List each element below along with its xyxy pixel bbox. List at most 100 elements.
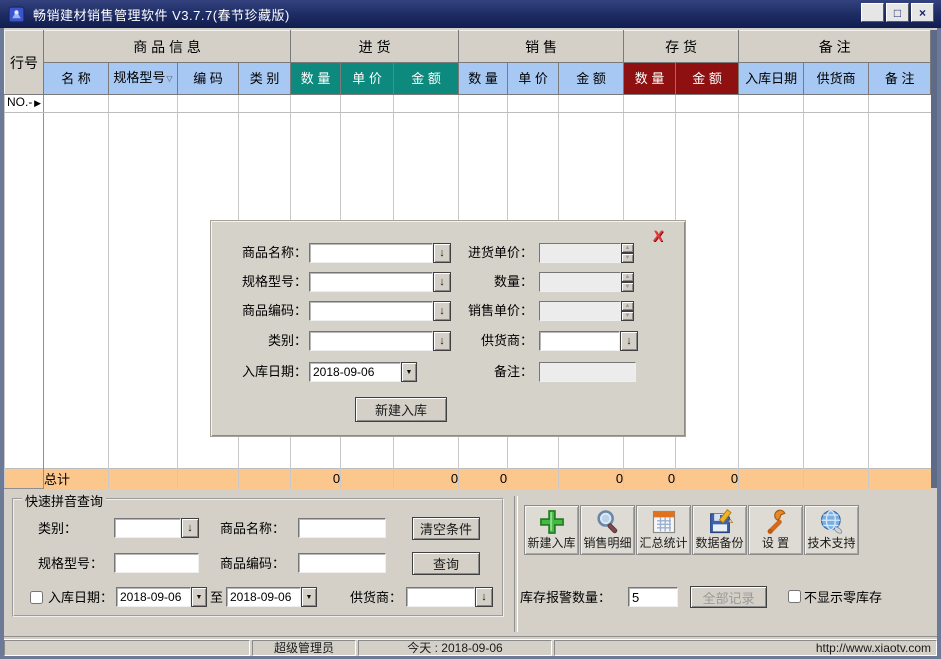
total-supplier xyxy=(804,469,869,489)
query-date-from-input[interactable] xyxy=(116,587,191,607)
code-label: 商品编码： xyxy=(219,301,307,321)
grid-cell[interactable] xyxy=(109,95,178,113)
spec-input[interactable] xyxy=(309,272,433,292)
toolbar-data-backup-button[interactable]: 数据备份 xyxy=(692,505,747,555)
remark-input[interactable] xyxy=(539,362,636,382)
stock-alert-input[interactable] xyxy=(628,587,678,607)
spin-down-icon[interactable]: ▼ xyxy=(621,282,634,292)
date-input[interactable] xyxy=(309,362,401,382)
purchase-price-input[interactable] xyxy=(539,243,621,263)
col-header-sales-price[interactable]: 单 价 xyxy=(508,63,559,95)
minimize-icon: _ xyxy=(869,11,876,23)
col-header-purchase-amount[interactable]: 金 额 xyxy=(394,63,459,95)
window-controls: _ □ × xyxy=(861,3,934,22)
grid-cell[interactable] xyxy=(178,95,239,113)
maximize-button[interactable]: □ xyxy=(886,3,909,22)
col-header-category[interactable]: 类 别 xyxy=(239,63,291,95)
date-dropdown-icon[interactable]: ▼ xyxy=(191,587,207,607)
toolbar-summary-stats-button[interactable]: 汇总统计 xyxy=(636,505,691,555)
group-header-remark: 备 注 xyxy=(739,31,931,63)
qty-label: 数量： xyxy=(447,272,533,292)
col-header-sales-amount[interactable]: 金 额 xyxy=(559,63,624,95)
col-header-sales-qty[interactable]: 数 量 xyxy=(459,63,508,95)
query-product-name-input[interactable] xyxy=(298,518,386,538)
col-header-stock-amount[interactable]: 金 额 xyxy=(676,63,739,95)
spin-up-icon[interactable]: ▲ xyxy=(621,272,634,282)
grid-cell[interactable] xyxy=(624,95,676,113)
grid-cell[interactable] xyxy=(44,95,109,113)
toolbar-new-stock-in-button[interactable]: 新建入库 xyxy=(524,505,579,555)
query-panel: 类别： ↓ 商品名称： 清空条件 规格型号： 商品编码： 查询 入库日期： ▼ … xyxy=(12,498,504,617)
category-input[interactable] xyxy=(309,331,433,351)
close-icon: × xyxy=(919,7,926,19)
grid-cell[interactable] xyxy=(739,95,804,113)
all-records-button[interactable]: 全部记录 xyxy=(690,586,767,608)
sale-price-input[interactable] xyxy=(539,301,621,321)
code-combo: ↓ xyxy=(309,301,451,321)
close-button[interactable]: × xyxy=(911,3,934,22)
toolbar-settings-button[interactable]: 设 置 xyxy=(748,505,803,555)
toolbar-tech-support-button[interactable]: 技术支持 xyxy=(804,505,859,555)
date-dropdown-icon[interactable]: ▼ xyxy=(401,362,417,382)
spin-down-icon[interactable]: ▼ xyxy=(621,253,634,263)
spin-up-icon[interactable]: ▲ xyxy=(621,243,634,253)
col-header-date[interactable]: 入库日期 xyxy=(739,63,804,95)
toolbar-button-label: 技术支持 xyxy=(807,536,855,550)
group-header-purchase: 进 货 xyxy=(291,31,459,63)
purchase-price-label: 进货单价： xyxy=(447,243,533,263)
col-header-supplier[interactable]: 供货商 xyxy=(804,63,869,95)
title-bar[interactable]: 畅销建材销售管理软件 V3.7.7(春节珍藏版) _ □ × xyxy=(0,0,941,28)
toolbar-button-label: 销售明细 xyxy=(583,536,631,550)
qty-input[interactable] xyxy=(539,272,621,292)
toolbar-sales-detail-button[interactable]: 销售明细 xyxy=(580,505,635,555)
search-button[interactable]: 查询 xyxy=(412,552,480,575)
product-name-input[interactable] xyxy=(309,243,433,263)
hide-zero-stock-checkbox[interactable] xyxy=(788,590,801,603)
clear-conditions-button[interactable]: 清空条件 xyxy=(412,517,480,540)
spin-up-icon[interactable]: ▲ xyxy=(621,301,634,311)
category-label: 类别： xyxy=(219,331,307,351)
minimize-button[interactable]: _ xyxy=(861,3,884,22)
grid-cell[interactable] xyxy=(341,95,394,113)
col-header-spec[interactable]: 规格型号▽ xyxy=(109,63,178,95)
magnifier-icon xyxy=(594,508,622,536)
grid-cell[interactable] xyxy=(508,95,559,113)
supplier-label: 供货商： xyxy=(447,331,533,351)
grid-cell[interactable] xyxy=(676,95,739,113)
total-purchase-amount: 0 xyxy=(394,469,459,489)
col-header-remark[interactable]: 备 注 xyxy=(869,63,931,95)
grid-cell[interactable] xyxy=(869,95,931,113)
toolbar-button-label: 设 置 xyxy=(762,536,789,550)
supplier-input[interactable] xyxy=(539,331,620,351)
query-supplier-input[interactable] xyxy=(406,587,475,607)
query-spec-input[interactable] xyxy=(114,553,199,573)
query-category-dropdown-icon[interactable]: ↓ xyxy=(181,518,199,538)
toolbar-button-label: 数据备份 xyxy=(695,536,743,550)
query-date-to-input[interactable] xyxy=(226,587,301,607)
col-header-stock-qty[interactable]: 数 量 xyxy=(624,63,676,95)
col-header-purchase-qty[interactable]: 数 量 xyxy=(291,63,341,95)
query-date-checkbox[interactable] xyxy=(30,591,43,604)
new-stock-in-button[interactable]: 新建入库 xyxy=(355,397,447,422)
col-header-row-number[interactable]: 行号 xyxy=(5,31,44,95)
code-input[interactable] xyxy=(309,301,433,321)
query-category-input[interactable] xyxy=(114,518,181,538)
grid-cell[interactable] xyxy=(559,95,624,113)
query-category-label: 类别： xyxy=(38,519,77,539)
app-window: { "window": { "title": "畅销建材销售管理软件 V3.7.… xyxy=(0,0,941,659)
grid-cell[interactable] xyxy=(239,95,291,113)
grid-cell[interactable] xyxy=(291,95,341,113)
query-code-input[interactable] xyxy=(298,553,386,573)
status-url: http://www.xiaotv.com xyxy=(554,640,937,656)
col-header-purchase-price[interactable]: 单 价 xyxy=(341,63,394,95)
spin-down-icon[interactable]: ▼ xyxy=(621,311,634,321)
dialog-close-icon[interactable]: X xyxy=(648,229,668,245)
query-supplier-dropdown-icon[interactable]: ↓ xyxy=(475,587,493,607)
col-header-code[interactable]: 编 码 xyxy=(178,63,239,95)
grid-cell[interactable] xyxy=(459,95,508,113)
grid-cell[interactable] xyxy=(804,95,869,113)
col-header-name[interactable]: 名 称 xyxy=(44,63,109,95)
supplier-dropdown-icon[interactable]: ↓ xyxy=(620,331,638,351)
grid-cell[interactable] xyxy=(394,95,459,113)
date-dropdown-icon[interactable]: ▼ xyxy=(301,587,317,607)
